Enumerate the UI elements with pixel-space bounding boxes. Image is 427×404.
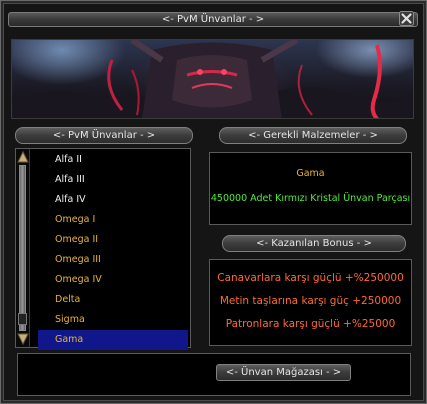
boss-artwork — [12, 40, 413, 118]
triangle-up-icon[interactable] — [17, 151, 29, 163]
scroll-thumb[interactable] — [18, 313, 27, 325]
titles-list: Alfa II Alfa III Alfa IV Omega I Omega I… — [38, 150, 188, 350]
bonus-box: Canavarlara karşı güçlü +%250000 Metin t… — [209, 259, 412, 346]
list-item-delta[interactable]: Delta — [38, 290, 188, 310]
triangle-down-icon[interactable] — [17, 333, 29, 345]
scrollbar[interactable] — [16, 149, 30, 347]
close-icon — [399, 11, 414, 26]
bonus-line-bosses: Patronlara karşı güçlü +%25000 — [225, 318, 396, 330]
window-title: <- PvM Ünvanlar - > — [8, 12, 418, 27]
scroll-track[interactable] — [19, 165, 26, 331]
list-item-omega-2[interactable]: Omega II — [38, 230, 188, 250]
materials-header-button[interactable]: <- Gerekli Malzemeler - > — [219, 127, 407, 144]
bonus-line-monsters: Canavarlara karşı güçlü +%250000 — [217, 272, 404, 284]
footer-panel: <- Ünvan Mağazası - > — [17, 353, 411, 396]
title-shop-button[interactable]: <- Ünvan Mağazası - > — [216, 364, 351, 381]
list-item-omega-4[interactable]: Omega IV — [38, 270, 188, 290]
bonus-line-metin-stones: Metin taşlarına karşı güç +250000 — [219, 295, 402, 307]
boss-banner-image — [11, 39, 414, 119]
pvm-titles-window: <- PvM Ünvanlar - > <- PvM Ünvanlar - > … — [0, 0, 427, 404]
bonus-header-button[interactable]: <- Kazanılan Bonus - > — [222, 235, 406, 252]
list-item-alfa-2[interactable]: Alfa II — [38, 150, 188, 170]
titles-list-panel: Alfa II Alfa III Alfa IV Omega I Omega I… — [15, 148, 191, 350]
list-item-alfa-4[interactable]: Alfa IV — [38, 190, 188, 210]
close-button[interactable] — [399, 11, 414, 26]
selected-title-name: Gama — [296, 168, 325, 179]
required-materials-box: Gama 450000 Adet Kırmızı Kristal Ünvan P… — [209, 152, 412, 225]
list-item-omega-1[interactable]: Omega I — [38, 210, 188, 230]
titles-header-button[interactable]: <- PvM Ünvanlar - > — [15, 127, 193, 144]
title-bar[interactable]: <- PvM Ünvanlar - > — [5, 5, 424, 33]
list-item-alfa-3[interactable]: Alfa III — [38, 170, 188, 190]
list-item-omega-3[interactable]: Omega III — [38, 250, 188, 270]
required-material-text: 450000 Adet Kırmızı Kristal Ünvan Parças… — [210, 193, 411, 204]
list-item-sigma[interactable]: Sigma — [38, 310, 188, 330]
list-item-gama-selected[interactable]: Gama — [38, 330, 188, 350]
